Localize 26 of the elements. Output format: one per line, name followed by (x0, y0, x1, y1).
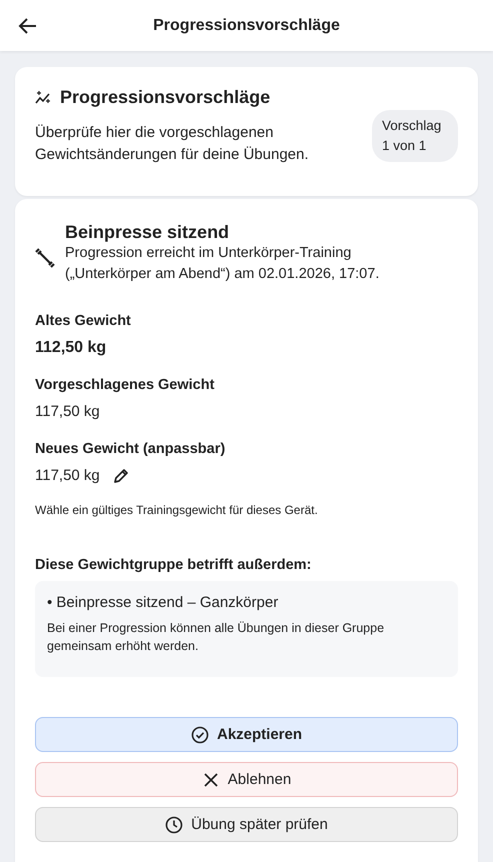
sparkle-chart-icon (35, 90, 52, 105)
progression-info: Progression erreicht im Unterkörper-Training („Unterkörper am Abend“) am 02.01.2026, 17:07. (65, 244, 380, 284)
close-icon (202, 770, 220, 788)
clock-icon (165, 816, 184, 834)
dumbbell-icon (35, 248, 55, 268)
description-text: Überprüfe hier die vorgeschlagenen Gewichtsänderungen für deine Übungen. (35, 123, 310, 165)
hint-text: Wähle ein gültiges Trainingsgewicht für dieses Gerät. (35, 503, 319, 517)
review-later-button[interactable]: Übung später prüfen (35, 807, 458, 842)
group-note: Bei einer Progression können alle Übungen in dieser Gruppe gemeinsam erhöht werden. (47, 620, 386, 655)
check-circle-icon (190, 726, 209, 744)
group-heading: Diese Gewichtgruppe betrifft außerdem: (35, 557, 312, 573)
group-exercise: • Beinpresse sitzend – Ganzkörper (47, 593, 280, 613)
accept-button[interactable]: Akzeptieren (35, 717, 458, 752)
weight-value: 112,50 kg (35, 338, 106, 358)
back-arrow-icon (18, 16, 38, 36)
field-label: Neues Gewicht (anpassbar) (35, 440, 226, 459)
card-title: Progressionsvorschläge (60, 87, 270, 108)
page-title: Progressionsvorschläge (153, 16, 340, 34)
field-label: Altes Gewicht (35, 312, 132, 331)
counter-badge: Vorschlag 1 von 1 (372, 110, 458, 162)
reject-button[interactable]: Ablehnen (35, 762, 458, 797)
weight-value: 117,50 kg (35, 402, 100, 422)
field-label: Vorgeschlagenes Gewicht (35, 376, 216, 395)
exercise-title: Beinpresse sitzend (65, 221, 230, 243)
weight-value: 117,50 kg (35, 466, 100, 486)
edit-button[interactable] (112, 467, 130, 485)
